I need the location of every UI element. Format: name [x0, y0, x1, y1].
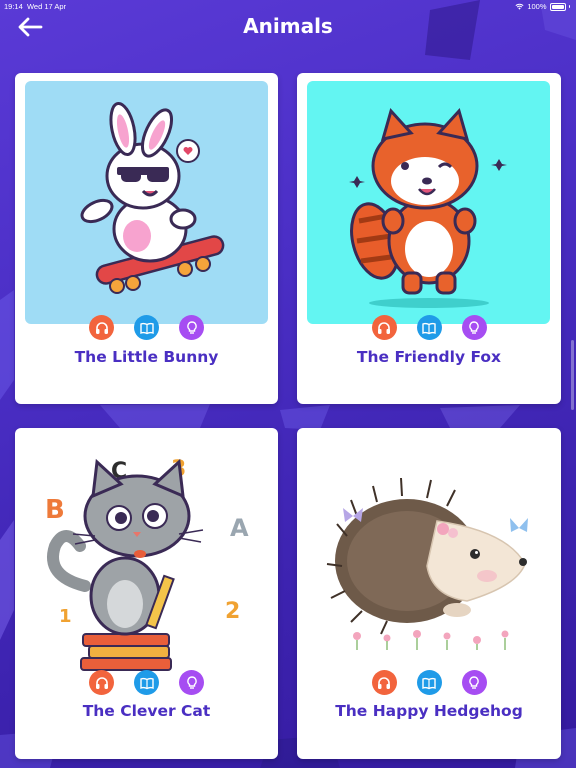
svg-text:A: A	[230, 514, 249, 542]
audio-button[interactable]	[89, 670, 114, 695]
hedgehog-illustration	[326, 477, 528, 650]
story-title-cat[interactable]: The Clever Cat	[15, 702, 278, 720]
lightbulb-icon	[186, 675, 197, 689]
read-button[interactable]	[134, 315, 159, 340]
wifi-icon	[515, 3, 524, 10]
headphones-icon	[95, 676, 108, 689]
status-bar: 19:14 Wed 17 Apr 100%	[0, 0, 576, 14]
read-button[interactable]	[416, 315, 442, 340]
story-title-fox[interactable]: The Friendly Fox	[297, 348, 561, 366]
story-actions-bunny	[15, 315, 278, 340]
idea-button[interactable]	[179, 670, 204, 695]
read-button[interactable]	[134, 670, 159, 695]
lightbulb-icon	[186, 320, 197, 334]
svg-text:1: 1	[59, 606, 72, 627]
story-actions-cat	[15, 670, 278, 695]
idea-button[interactable]	[461, 670, 487, 695]
story-card-fox[interactable]: The Friendly Fox	[297, 73, 561, 404]
book-icon	[422, 677, 436, 689]
status-left: 19:14 Wed 17 Apr	[4, 2, 66, 11]
story-image-hedgehog[interactable]	[307, 436, 550, 679]
story-card-cat[interactable]: C 3 B A 2 1	[15, 428, 278, 759]
headphones-icon	[95, 321, 108, 334]
story-image-fox[interactable]	[307, 81, 550, 324]
status-right: 100%	[515, 2, 570, 11]
battery-icon	[549, 2, 566, 11]
headphones-icon	[378, 676, 390, 689]
audio-button[interactable]	[89, 315, 114, 340]
story-image-cat[interactable]: C 3 B A 2 1	[25, 436, 268, 679]
scrollbar[interactable]	[571, 340, 574, 410]
book-icon	[139, 677, 154, 689]
cat-illustration: C 3 B A 2 1	[45, 457, 249, 671]
book-icon	[422, 322, 436, 334]
battery-percent: 100%	[527, 2, 547, 11]
lightbulb-icon	[469, 320, 479, 334]
svg-text:B: B	[45, 495, 65, 525]
story-actions-hedgehog	[297, 670, 561, 695]
idea-button[interactable]	[179, 315, 204, 340]
story-image-bunny[interactable]	[25, 81, 268, 324]
red-panda-illustration	[349, 107, 507, 308]
book-icon	[139, 322, 154, 334]
read-button[interactable]	[416, 670, 442, 695]
audio-button[interactable]	[371, 670, 397, 695]
status-date: Wed 17 Apr	[26, 2, 67, 11]
headphones-icon	[378, 321, 390, 334]
svg-text:2: 2	[225, 599, 240, 624]
story-actions-fox	[297, 315, 561, 340]
story-card-hedgehog[interactable]: The Happy Hedgehog	[297, 428, 561, 759]
story-title-hedgehog[interactable]: The Happy Hedgehog	[297, 702, 561, 720]
lightbulb-icon	[469, 675, 479, 689]
story-title-bunny[interactable]: The Little Bunny	[15, 348, 278, 366]
status-time: 19:14	[4, 2, 23, 11]
audio-button[interactable]	[371, 315, 397, 340]
page-title: Animals	[243, 14, 333, 38]
story-card-bunny[interactable]: The Little Bunny	[15, 73, 278, 404]
bunny-illustration	[80, 101, 225, 294]
idea-button[interactable]	[461, 315, 487, 340]
